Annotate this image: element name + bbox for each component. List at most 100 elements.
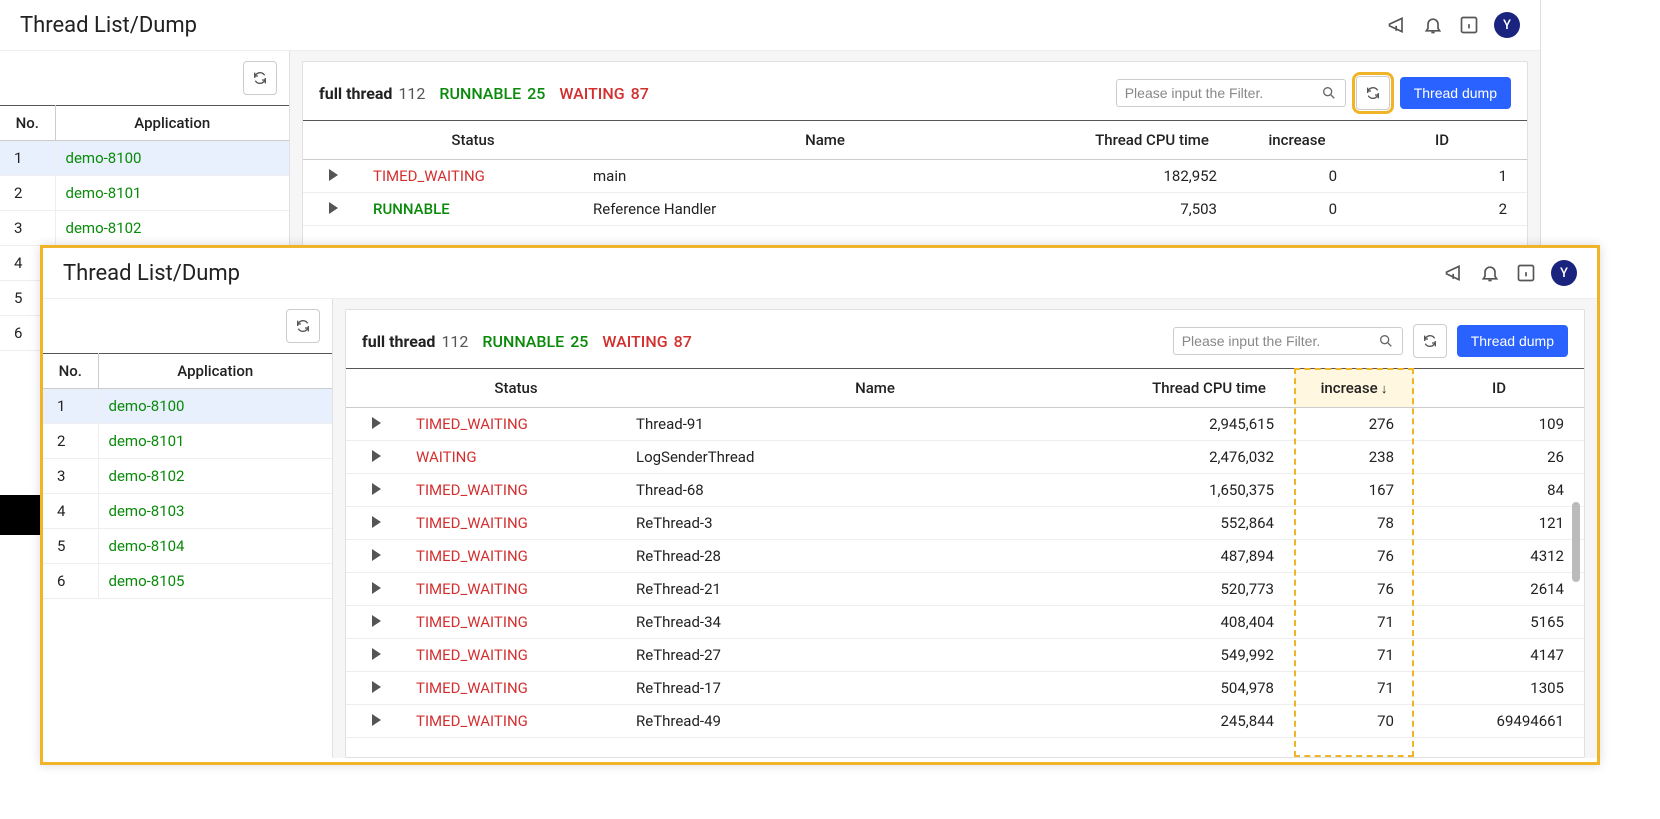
col-application[interactable]: Application xyxy=(55,106,289,141)
refresh-icon xyxy=(252,70,268,86)
expand-toggle[interactable] xyxy=(346,474,406,507)
thread-status: TIMED_WAITING xyxy=(406,507,626,540)
expand-toggle[interactable] xyxy=(346,672,406,705)
refresh-icon xyxy=(1422,333,1438,349)
filter-search-box[interactable] xyxy=(1173,327,1403,355)
thread-name: LogSenderThread xyxy=(626,441,1124,474)
expand-toggle[interactable] xyxy=(346,507,406,540)
refresh-sidebar-button[interactable] xyxy=(286,309,320,343)
col-status[interactable]: Status xyxy=(363,121,583,160)
col-id[interactable]: ID xyxy=(1357,121,1527,160)
app-row[interactable]: 6demo-8105 xyxy=(43,564,332,599)
thread-increase: 276 xyxy=(1294,408,1414,441)
thread-name: ReThread-34 xyxy=(626,606,1124,639)
thread-row[interactable]: TIMED_WAITING ReThread-49 245,844 70 694… xyxy=(346,705,1584,738)
header-icons: Y xyxy=(1443,260,1577,286)
app-row[interactable]: 3demo-8102 xyxy=(43,459,332,494)
app-row[interactable]: 5demo-8104 xyxy=(43,529,332,564)
col-name[interactable]: Name xyxy=(626,369,1124,408)
sidebar-toolbar xyxy=(0,51,289,105)
expand-icon xyxy=(372,648,381,660)
thread-cpu: 408,404 xyxy=(1124,606,1294,639)
expand-icon xyxy=(372,483,381,495)
expand-toggle[interactable] xyxy=(303,160,363,193)
app-name: demo-8102 xyxy=(98,459,332,494)
col-name[interactable]: Name xyxy=(583,121,1067,160)
thread-status: TIMED_WAITING xyxy=(406,408,626,441)
thread-row[interactable]: RUNNABLE Reference Handler 7,503 0 2 xyxy=(303,193,1527,226)
thread-id: 121 xyxy=(1414,507,1584,540)
expand-toggle[interactable] xyxy=(346,441,406,474)
refresh-threads-button[interactable] xyxy=(1413,324,1447,358)
thread-status: TIMED_WAITING xyxy=(406,606,626,639)
thread-id: 4147 xyxy=(1414,639,1584,672)
app-name: demo-8104 xyxy=(98,529,332,564)
expand-toggle[interactable] xyxy=(303,193,363,226)
expand-toggle[interactable] xyxy=(346,573,406,606)
waiting-count: 87 xyxy=(674,332,692,351)
avatar[interactable]: Y xyxy=(1551,260,1577,286)
app-name: demo-8103 xyxy=(98,494,332,529)
app-row[interactable]: 1demo-8100 xyxy=(43,389,332,424)
expand-toggle[interactable] xyxy=(346,540,406,573)
info-box-icon[interactable] xyxy=(1458,14,1480,36)
app-name: demo-8100 xyxy=(98,389,332,424)
thread-status: TIMED_WAITING xyxy=(406,573,626,606)
thread-name: Reference Handler xyxy=(583,193,1067,226)
scrollbar[interactable] xyxy=(1572,502,1580,582)
filter-input[interactable] xyxy=(1125,85,1321,101)
bell-icon[interactable] xyxy=(1479,262,1501,284)
expand-toggle[interactable] xyxy=(346,606,406,639)
col-increase[interactable]: increase xyxy=(1237,121,1357,160)
refresh-threads-button[interactable] xyxy=(1356,76,1390,110)
announce-icon[interactable] xyxy=(1443,262,1465,284)
app-row[interactable]: 4demo-8103 xyxy=(43,494,332,529)
filter-search-box[interactable] xyxy=(1116,79,1346,107)
info-box-icon[interactable] xyxy=(1515,262,1537,284)
app-row[interactable]: 3demo-8102 xyxy=(0,211,289,246)
app-row[interactable]: 1demo-8100 xyxy=(0,141,289,176)
thread-row[interactable]: TIMED_WAITING ReThread-3 552,864 78 121 xyxy=(346,507,1584,540)
thread-table-container: Status Name Thread CPU time increase ID … xyxy=(346,368,1584,757)
col-status[interactable]: Status xyxy=(406,369,626,408)
app-row[interactable]: 2demo-8101 xyxy=(43,424,332,459)
thread-row[interactable]: TIMED_WAITING ReThread-27 549,992 71 414… xyxy=(346,639,1584,672)
thread-dump-button[interactable]: Thread dump xyxy=(1457,325,1568,357)
thread-status: TIMED_WAITING xyxy=(406,474,626,507)
refresh-icon xyxy=(295,318,311,334)
thread-name: main xyxy=(583,160,1067,193)
waiting-label: WAITING xyxy=(602,332,667,351)
thread-row[interactable]: TIMED_WAITING ReThread-28 487,894 76 431… xyxy=(346,540,1584,573)
col-no[interactable]: No. xyxy=(0,106,55,141)
thread-row[interactable]: TIMED_WAITING main 182,952 0 1 xyxy=(303,160,1527,193)
thread-row[interactable]: TIMED_WAITING ReThread-21 520,773 76 261… xyxy=(346,573,1584,606)
thread-increase: 70 xyxy=(1294,705,1414,738)
col-expand xyxy=(303,121,363,160)
bell-icon[interactable] xyxy=(1422,14,1444,36)
col-no[interactable]: No. xyxy=(43,354,98,389)
thread-cpu: 7,503 xyxy=(1067,193,1237,226)
announce-icon[interactable] xyxy=(1386,14,1408,36)
col-application[interactable]: Application xyxy=(98,354,332,389)
thread-name: Thread-91 xyxy=(626,408,1124,441)
filter-input[interactable] xyxy=(1182,333,1378,349)
avatar[interactable]: Y xyxy=(1494,12,1520,38)
refresh-sidebar-button[interactable] xyxy=(243,61,277,95)
app-row[interactable]: 2demo-8101 xyxy=(0,176,289,211)
sidebar-toolbar xyxy=(43,299,332,353)
thread-row[interactable]: TIMED_WAITING ReThread-34 408,404 71 516… xyxy=(346,606,1584,639)
app-no: 6 xyxy=(43,564,98,599)
thread-dump-button[interactable]: Thread dump xyxy=(1400,77,1511,109)
col-increase-sorted[interactable]: increase xyxy=(1294,369,1414,408)
expand-toggle[interactable] xyxy=(346,639,406,672)
thread-row[interactable]: TIMED_WAITING ReThread-17 504,978 71 130… xyxy=(346,672,1584,705)
col-cpu[interactable]: Thread CPU time xyxy=(1124,369,1294,408)
thread-id: 1305 xyxy=(1414,672,1584,705)
expand-toggle[interactable] xyxy=(346,705,406,738)
thread-row[interactable]: WAITING LogSenderThread 2,476,032 238 26 xyxy=(346,441,1584,474)
thread-row[interactable]: TIMED_WAITING Thread-91 2,945,615 276 10… xyxy=(346,408,1584,441)
col-id[interactable]: ID xyxy=(1414,369,1584,408)
expand-toggle[interactable] xyxy=(346,408,406,441)
thread-row[interactable]: TIMED_WAITING Thread-68 1,650,375 167 84 xyxy=(346,474,1584,507)
col-cpu[interactable]: Thread CPU time xyxy=(1067,121,1237,160)
